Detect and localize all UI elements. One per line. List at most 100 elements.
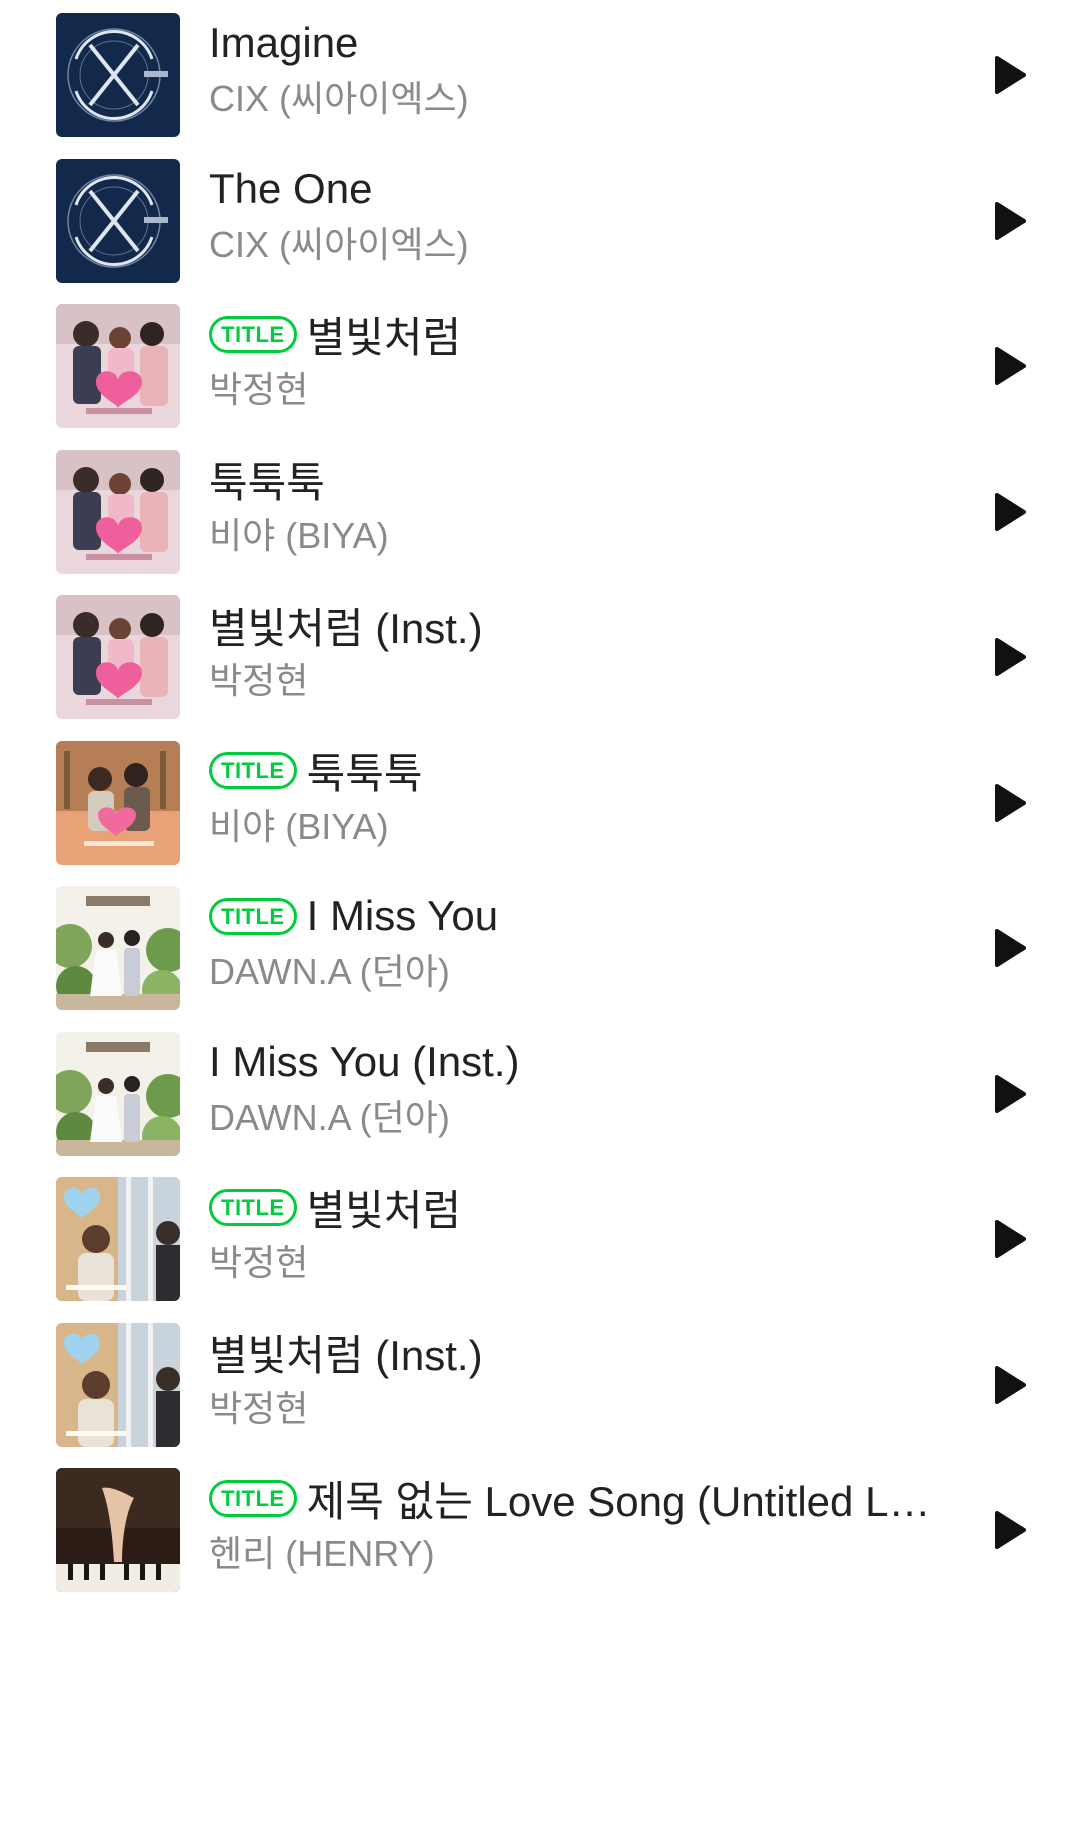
play-icon bbox=[995, 638, 1026, 676]
song-row[interactable]: I Miss You (Inst.) DAWN.A (던아) bbox=[0, 1021, 1080, 1171]
album-art[interactable] bbox=[56, 1322, 180, 1447]
play-button[interactable] bbox=[980, 773, 1040, 833]
album-art-image bbox=[56, 13, 180, 137]
title-badge: TITLE bbox=[209, 752, 297, 789]
song-title[interactable]: The One bbox=[209, 165, 372, 213]
play-icon bbox=[995, 56, 1026, 94]
song-artist[interactable]: 비야 (BIYA) bbox=[209, 802, 949, 852]
album-art-image bbox=[56, 886, 180, 1010]
song-title[interactable]: 툭툭툭 bbox=[209, 449, 325, 510]
song-row[interactable]: TITLE I Miss You DAWN.A (던아) bbox=[0, 875, 1080, 1025]
song-artist[interactable]: 박정현 bbox=[209, 1384, 949, 1434]
song-info: I Miss You (Inst.) DAWN.A (던아) bbox=[209, 1031, 949, 1143]
title-badge: TITLE bbox=[209, 1479, 297, 1517]
title-line: TITLE 별빛처럼 bbox=[209, 303, 949, 365]
title-line: 툭툭툭 bbox=[209, 449, 949, 511]
play-icon bbox=[995, 783, 1026, 822]
song-info: TITLE 별빛처럼 박정현 bbox=[209, 1176, 949, 1288]
song-artist[interactable]: 박정현 bbox=[209, 656, 949, 706]
album-art[interactable] bbox=[56, 13, 180, 137]
song-info: TITLE 툭툭툭 비야 (BIYA) bbox=[209, 740, 949, 852]
song-artist[interactable]: DAWN.A (던아) bbox=[209, 1093, 949, 1143]
song-title[interactable]: 별빛처럼 (Inst.) bbox=[209, 1322, 483, 1383]
song-row[interactable]: TITLE 별빛처럼 박정현 bbox=[0, 293, 1080, 443]
album-art-image bbox=[56, 740, 180, 865]
play-button[interactable] bbox=[980, 918, 1040, 978]
album-art[interactable] bbox=[56, 449, 180, 574]
play-icon bbox=[995, 1365, 1026, 1404]
song-row[interactable]: 툭툭툭 비야 (BIYA) bbox=[0, 439, 1080, 589]
album-art[interactable] bbox=[56, 740, 180, 865]
play-button[interactable] bbox=[980, 336, 1040, 396]
album-art[interactable] bbox=[56, 1468, 180, 1592]
song-artist[interactable]: 비야 (BIYA) bbox=[209, 511, 949, 561]
album-art-image bbox=[56, 1177, 180, 1301]
song-title[interactable]: 별빛처럼 bbox=[307, 1177, 462, 1238]
song-info: The One CIX (씨아이엑스) bbox=[209, 158, 949, 270]
album-art[interactable] bbox=[56, 886, 180, 1010]
song-row[interactable]: 별빛처럼 (Inst.) 박정현 bbox=[0, 584, 1080, 734]
song-artist[interactable]: 헨리 (HENRY) bbox=[209, 1529, 949, 1579]
song-title[interactable]: I Miss You bbox=[307, 892, 498, 940]
album-art[interactable] bbox=[56, 595, 180, 719]
play-icon bbox=[995, 201, 1026, 240]
title-line: TITLE I Miss You bbox=[209, 885, 949, 947]
album-art-image bbox=[56, 158, 180, 283]
song-info: TITLE 제목 없는 Love Song (Untitled Lov… 헨리 (H… bbox=[209, 1467, 949, 1579]
song-title[interactable]: 제목 없는 Love Song (Untitled Lov… bbox=[307, 1468, 949, 1529]
song-row[interactable]: TITLE 별빛처럼 박정현 bbox=[0, 1166, 1080, 1316]
play-button[interactable] bbox=[980, 1209, 1040, 1269]
album-art[interactable] bbox=[56, 1177, 180, 1301]
album-art-image bbox=[56, 595, 180, 719]
song-artist[interactable]: DAWN.A (던아) bbox=[209, 947, 949, 997]
title-badge: TITLE bbox=[209, 315, 297, 353]
play-button[interactable] bbox=[980, 191, 1040, 251]
song-title[interactable]: Imagine bbox=[209, 19, 358, 67]
album-art-image bbox=[56, 1468, 180, 1592]
song-title[interactable]: 별빛처럼 bbox=[307, 304, 462, 365]
song-row[interactable]: Imagine CIX (씨아이엑스) bbox=[0, 2, 1080, 152]
play-button[interactable] bbox=[980, 45, 1040, 105]
album-art[interactable] bbox=[56, 304, 180, 428]
title-line: 별빛처럼 (Inst.) bbox=[209, 1322, 949, 1384]
album-art-image bbox=[56, 1322, 180, 1447]
title-line: TITLE 별빛처럼 bbox=[209, 1176, 949, 1238]
title-line: TITLE 툭툭툭 bbox=[209, 740, 949, 802]
album-art-image bbox=[56, 1031, 180, 1156]
play-icon bbox=[995, 1074, 1026, 1113]
title-badge: TITLE bbox=[209, 1188, 297, 1226]
album-art-image bbox=[56, 304, 180, 428]
song-list: Imagine CIX (씨아이엑스) The One CIX (씨아이엑스) TITL… bbox=[0, 0, 1080, 1821]
song-info: 별빛처럼 (Inst.) 박정현 bbox=[209, 594, 949, 706]
title-line: Imagine bbox=[209, 12, 949, 74]
song-info: Imagine CIX (씨아이엑스) bbox=[209, 12, 949, 124]
album-art[interactable] bbox=[56, 1031, 180, 1156]
song-info: 툭툭툭 비야 (BIYA) bbox=[209, 449, 949, 561]
song-title[interactable]: 별빛처럼 (Inst.) bbox=[209, 595, 483, 656]
song-row[interactable]: 별빛처럼 (Inst.) 박정현 bbox=[0, 1312, 1080, 1462]
song-artist[interactable]: CIX (씨아이엑스) bbox=[209, 74, 949, 124]
play-icon bbox=[995, 492, 1026, 531]
song-row[interactable]: The One CIX (씨아이엑스) bbox=[0, 148, 1080, 298]
album-art[interactable] bbox=[56, 158, 180, 283]
song-artist[interactable]: CIX (씨아이엑스) bbox=[209, 220, 949, 270]
title-line: I Miss You (Inst.) bbox=[209, 1031, 949, 1093]
song-info: 별빛처럼 (Inst.) 박정현 bbox=[209, 1322, 949, 1434]
song-artist[interactable]: 박정현 bbox=[209, 1238, 949, 1288]
play-button[interactable] bbox=[980, 1064, 1040, 1124]
play-button[interactable] bbox=[980, 627, 1040, 687]
play-button[interactable] bbox=[980, 1355, 1040, 1415]
play-icon bbox=[995, 929, 1026, 967]
song-title[interactable]: 툭툭툭 bbox=[307, 740, 423, 801]
title-line: The One bbox=[209, 158, 949, 220]
title-badge: TITLE bbox=[209, 897, 297, 935]
song-row[interactable]: TITLE 제목 없는 Love Song (Untitled Lov… 헨리 (H… bbox=[0, 1457, 1080, 1607]
song-row[interactable]: TITLE 툭툭툭 비야 (BIYA) bbox=[0, 730, 1080, 880]
song-title[interactable]: I Miss You (Inst.) bbox=[209, 1038, 519, 1086]
album-art-image bbox=[56, 449, 180, 574]
song-artist[interactable]: 박정현 bbox=[209, 365, 949, 415]
title-line: 별빛처럼 (Inst.) bbox=[209, 594, 949, 656]
play-button[interactable] bbox=[980, 1500, 1040, 1560]
play-button[interactable] bbox=[980, 482, 1040, 542]
play-icon bbox=[995, 347, 1026, 385]
